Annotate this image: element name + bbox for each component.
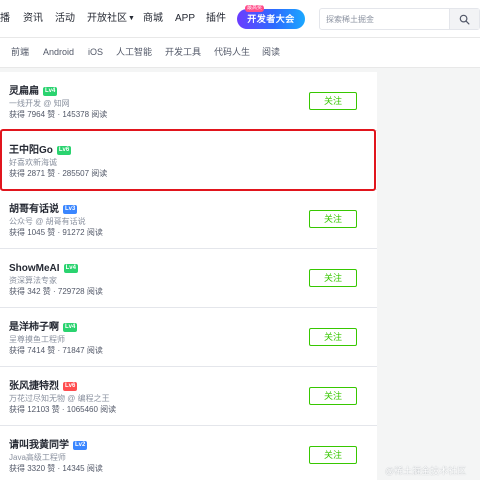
highlight-box [0,129,376,191]
follow-button[interactable]: 关注 [309,328,357,346]
follow-button[interactable]: 关注 [309,387,357,405]
author-name-line: 张风捷特烈 Lv6 [9,380,78,393]
nav-item-news[interactable]: 资讯 [23,12,43,26]
author-description: 资深算法专家 [9,276,57,285]
level-badge: Lv4 [63,264,78,273]
top-navigation: 播 资讯 活动 开放社区▼ 商城 APP 插件 最高奖 开发者大会 [0,0,480,38]
author-row[interactable]: 张风捷特烈 Lv6 万花过尽知无物 @ 编程之王 获得 12103 赞 · 10… [0,367,377,426]
author-stats: 获得 7414 赞 · 71847 阅读 [9,346,103,355]
follow-button[interactable]: 关注 [309,210,357,228]
tag-ai[interactable]: 人工智能 [116,46,152,58]
author-stats: 获得 12103 赞 · 1065460 阅读 [9,405,117,414]
nav-item-open-community[interactable]: 开放社区▼ [87,12,135,26]
author-name-line: 是洋柿子啊 Lv4 [9,321,78,334]
author-name[interactable]: 请叫我黄同学 [9,439,69,452]
author-description: 一线开发 @ 知网 [9,99,70,108]
author-stats: 获得 7964 赞 · 145378 阅读 [9,110,108,119]
promo-tag: 最高奖 [245,5,265,12]
author-name-line: 请叫我黄同学 Lv2 [9,439,88,452]
author-name[interactable]: 胡哥有话说 [9,203,59,216]
tag-code-life[interactable]: 代码人生 [214,46,250,58]
author-name[interactable]: 灵扁扁 [9,85,39,98]
tag-ios[interactable]: iOS [88,46,103,58]
author-name-line: 胡哥有话说 Lv3 [9,203,78,216]
author-name-line: 灵扁扁 Lv4 [9,85,58,98]
author-name[interactable]: ShowMeAI [9,262,60,275]
follow-button[interactable]: 关注 [309,269,357,287]
search-button[interactable] [449,9,479,29]
author-row[interactable]: 是洋柿子啊 Lv4 呈尊摸鱼工程师 获得 7414 赞 · 71847 阅读 关… [0,308,377,367]
nav-item-app[interactable]: APP [175,12,195,26]
level-badge: Lv4 [63,323,78,332]
tag-android[interactable]: Android [43,46,74,58]
author-stats: 获得 342 赞 · 729728 阅读 [9,287,103,296]
nav-item-events[interactable]: 活动 [55,12,75,26]
nav-item-open-community-label: 开放社区 [87,13,127,24]
caret-down-icon: ▼ [128,15,135,22]
author-row[interactable]: 胡哥有话说 Lv3 公众号 @ 胡哥有话说 获得 1045 赞 · 91272 … [0,190,377,249]
nav-item-mall[interactable]: 商城 [143,12,163,26]
developer-conference-banner[interactable]: 最高奖 开发者大会 [237,5,305,29]
author-stats: 获得 3320 赞 · 14345 阅读 [9,464,103,473]
tag-frontend[interactable]: 前端 [11,46,29,58]
nav-item-plugins[interactable]: 插件 [206,12,226,26]
tag-dev-tools[interactable]: 开发工具 [165,46,201,58]
nav-item-broadcast[interactable]: 播 [0,12,10,26]
search-box [319,8,480,30]
author-name[interactable]: 张风捷特烈 [9,380,59,393]
category-tags: 前端 Android iOS 人工智能 开发工具 代码人生 阅读 [0,38,480,68]
level-badge: Lv2 [73,441,88,450]
author-row[interactable]: 请叫我黄同学 Lv2 Java高级工程师 获得 3320 赞 · 14345 阅… [0,426,377,480]
author-description: 公众号 @ 胡哥有话说 [9,217,86,226]
author-name-line: ShowMeAI Lv4 [9,262,78,275]
watermark: @稀土掘金技术社区 [385,466,467,476]
follow-button[interactable]: 关注 [309,92,357,110]
author-description: 呈尊摸鱼工程师 [9,335,65,344]
level-badge: Lv3 [63,205,78,214]
author-name[interactable]: 是洋柿子啊 [9,321,59,334]
follow-button[interactable]: 关注 [309,446,357,464]
search-input[interactable] [326,12,444,26]
level-badge: Lv6 [63,382,78,391]
search-icon [459,14,470,24]
author-row[interactable]: ShowMeAI Lv4 资深算法专家 获得 342 赞 · 729728 阅读… [0,249,377,308]
author-description: Java高级工程师 [9,453,66,462]
author-row[interactable]: 灵扁扁 Lv4 一线开发 @ 知网 获得 7964 赞 · 145378 阅读 … [0,72,377,131]
author-stats: 获得 1045 赞 · 91272 阅读 [9,228,103,237]
level-badge: Lv4 [43,87,58,96]
tag-reading[interactable]: 阅读 [262,46,280,58]
promo-label: 开发者大会 [247,14,295,24]
author-description: 万花过尽知无物 @ 编程之王 [9,394,110,403]
